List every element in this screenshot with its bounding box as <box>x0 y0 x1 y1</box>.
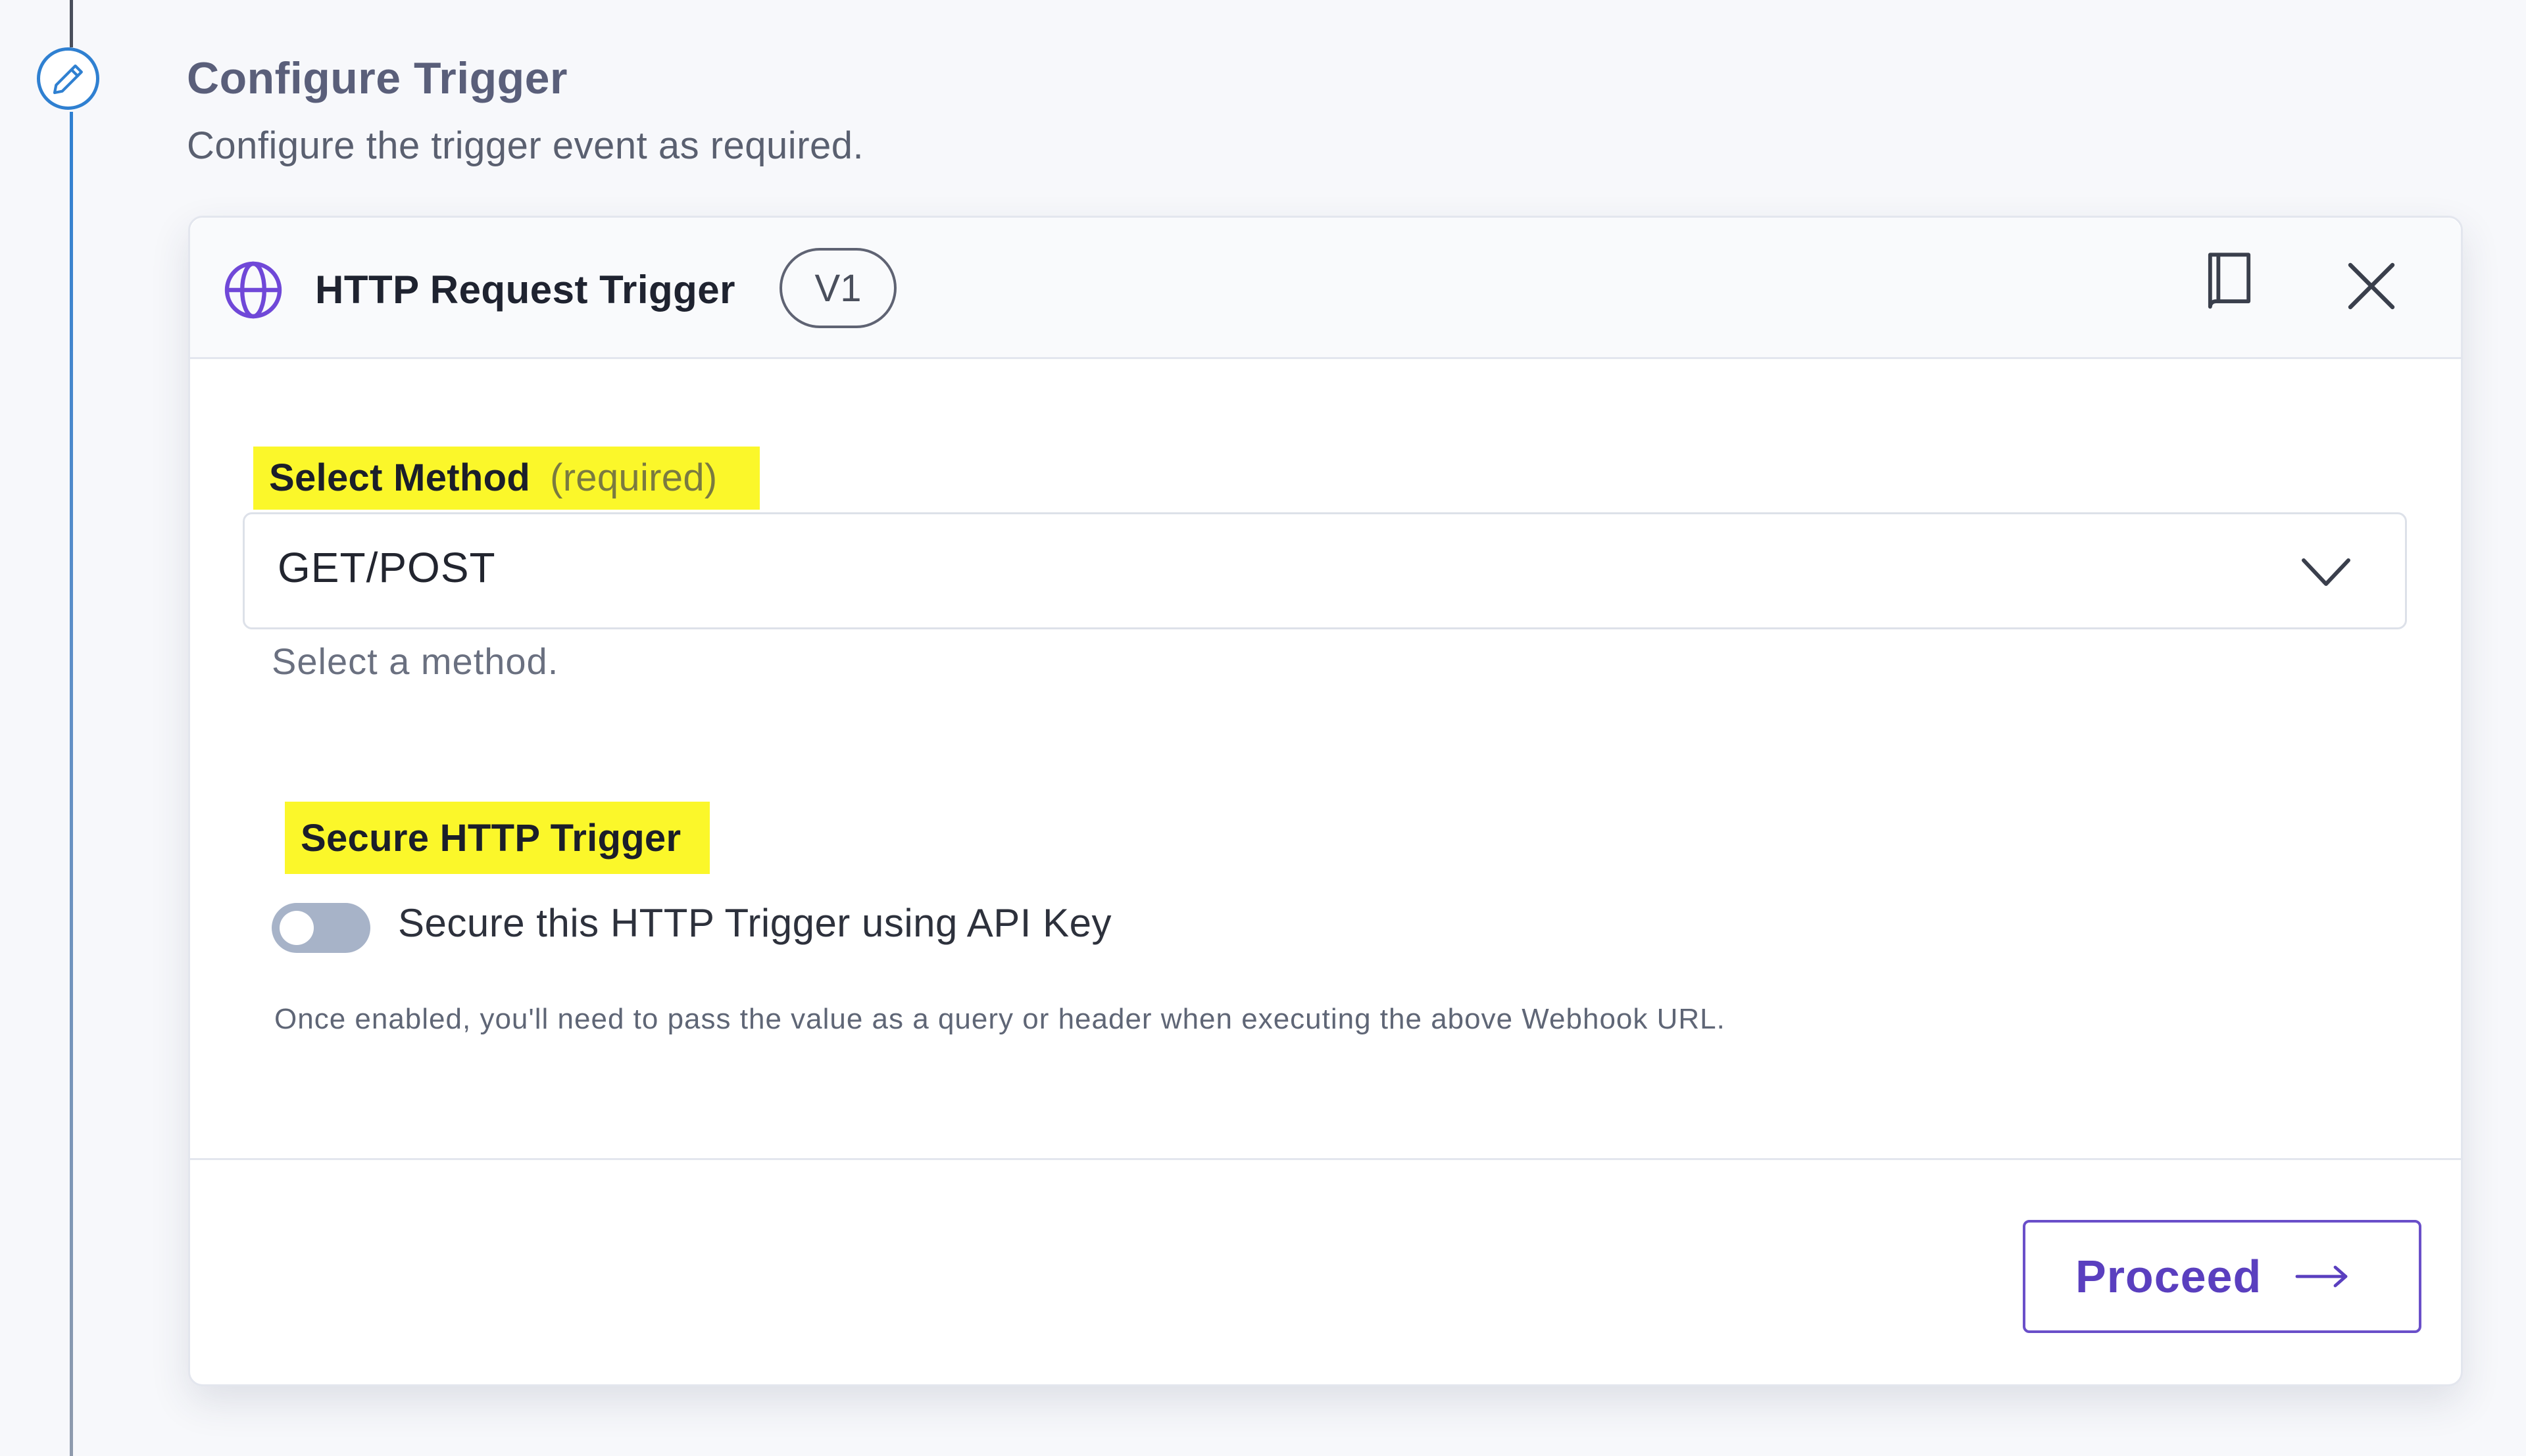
version-badge: V1 <box>780 248 897 328</box>
required-tag: (required) <box>550 456 718 499</box>
method-label: Select Method (required) <box>253 447 760 510</box>
toggle-knob <box>280 911 314 945</box>
pencil-icon <box>53 64 83 94</box>
timeline-connector <box>70 112 73 1456</box>
proceed-button[interactable]: Proceed <box>2023 1220 2421 1333</box>
step-edit-indicator <box>37 47 99 110</box>
method-label-text: Select Method <box>269 456 531 499</box>
book-icon[interactable] <box>2196 249 2262 315</box>
secure-note-text: Once enabled, you'll need to pass the va… <box>274 1003 1725 1035</box>
proceed-button-label: Proceed <box>2075 1251 2262 1302</box>
method-select[interactable]: GET/POST <box>243 512 2407 629</box>
timeline-connector-top <box>70 0 73 47</box>
secure-label: Secure HTTP Trigger <box>285 802 710 874</box>
close-icon[interactable] <box>2340 255 2403 318</box>
page-subtitle: Configure the trigger event as required. <box>187 124 864 167</box>
trigger-config-card: HTTP Request Trigger V1 Select Method (re… <box>188 216 2463 1386</box>
method-helper-text: Select a method. <box>272 641 559 682</box>
globe-icon <box>224 261 282 319</box>
chevron-down-icon <box>2302 558 2350 586</box>
arrow-right-icon <box>2295 1265 2348 1288</box>
page-title: Configure Trigger <box>187 53 568 103</box>
secure-toggle-label: Secure this HTTP Trigger using API Key <box>398 901 1112 945</box>
method-select-value: GET/POST <box>278 544 496 591</box>
card-title: HTTP Request Trigger <box>315 268 736 312</box>
card-footer-divider <box>190 1158 2461 1160</box>
secure-api-key-toggle[interactable] <box>272 903 370 953</box>
card-header: HTTP Request Trigger V1 <box>190 218 2461 359</box>
